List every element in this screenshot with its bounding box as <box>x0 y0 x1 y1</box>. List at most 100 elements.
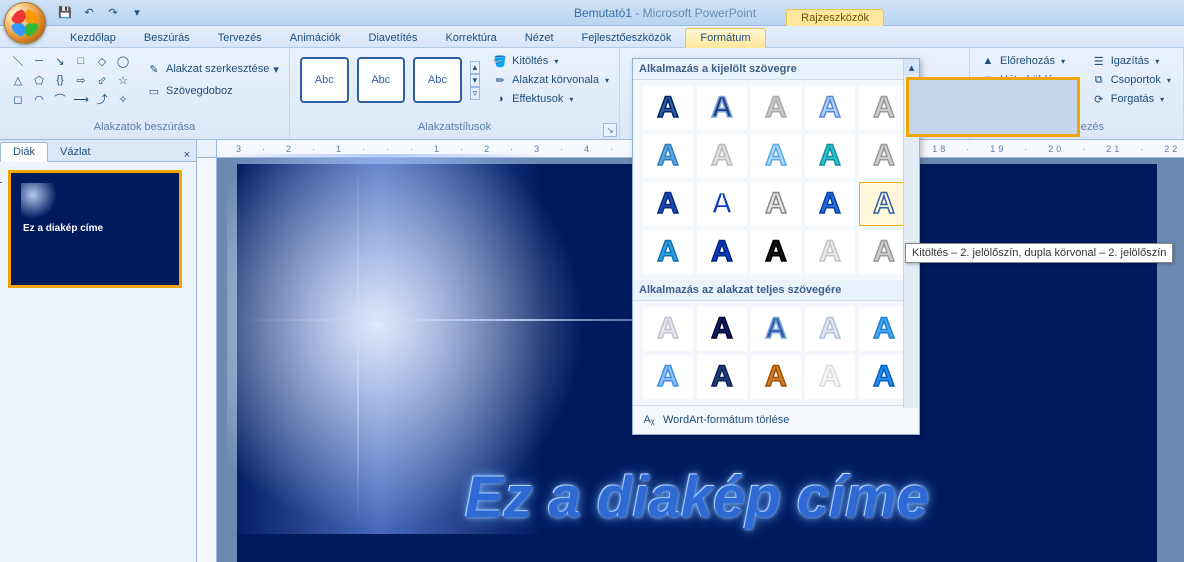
shape-outline-button[interactable]: ✏ Alakzat körvonala▾ <box>490 71 611 89</box>
shape-styles-dialog-launcher[interactable]: ↘ <box>603 123 617 137</box>
slide-title-text[interactable]: Ez a diakép címe <box>277 464 1117 531</box>
scroll-thumb[interactable] <box>906 77 1080 137</box>
qat-save[interactable]: 💾 <box>56 4 74 22</box>
wordart-style[interactable]: A <box>805 134 855 178</box>
panel-tab-outline[interactable]: Vázlat <box>48 143 103 161</box>
wordart-style[interactable]: A <box>697 230 747 274</box>
wordart-style[interactable]: A <box>805 355 855 399</box>
tab-slideshow[interactable]: Diavetítés <box>355 29 432 47</box>
wordart-header-selected-text: Alkalmazás a kijelölt szövegre <box>633 59 919 80</box>
shape-fill-label: Kitöltés <box>512 55 548 67</box>
contextual-tab-drawing-tools[interactable]: Rajzeszközök <box>786 9 884 26</box>
shape-style-1[interactable]: Abc <box>300 57 349 103</box>
wordart-style[interactable]: A <box>751 307 801 351</box>
wordart-header-all-text: Alkalmazás az alakzat teljes szövegére <box>633 280 919 301</box>
wordart-style[interactable]: A <box>859 355 909 399</box>
clear-wordart-icon: Aᵪ <box>641 412 657 428</box>
tab-view[interactable]: Nézet <box>511 29 568 47</box>
wordart-style[interactable]: A <box>643 86 693 130</box>
gallery-more[interactable]: ▿ <box>470 87 481 100</box>
wordart-style[interactable]: A <box>643 355 693 399</box>
wordart-style[interactable]: A <box>751 134 801 178</box>
scroll-up-arrow[interactable]: ▴ <box>904 59 919 75</box>
wordart-style[interactable]: A <box>751 86 801 130</box>
ruler-corner <box>197 140 217 158</box>
shape-effects-label: Effektusok <box>512 93 563 105</box>
wordart-style[interactable]: A <box>859 134 909 178</box>
paint-bucket-icon: 🪣 <box>492 53 508 69</box>
tab-developer[interactable]: Fejlesztőeszközök <box>568 29 686 47</box>
qat-customize[interactable]: ▾ <box>128 4 146 22</box>
text-box-icon: ▭ <box>146 83 162 99</box>
wordart-style[interactable]: A <box>643 182 693 226</box>
wordart-tooltip: Kitöltés – 2. jelölőszín, dupla körvonal… <box>905 243 1173 263</box>
rotate-label: Forgatás <box>1111 93 1154 105</box>
qat-redo[interactable]: ↷ <box>104 4 122 22</box>
slide-thumbnail-number: 1 <box>0 174 2 186</box>
shape-fill-button[interactable]: 🪣 Kitöltés▾ <box>490 52 611 70</box>
clear-wordart-label: WordArt-formátum törlése <box>663 414 789 426</box>
wordart-style[interactable]: A <box>859 307 909 351</box>
slide-thumbnail-1[interactable]: Ez a diakép címe <box>8 170 182 288</box>
pen-icon: ✏ <box>492 72 508 88</box>
group-title-shape-styles: Alakzatstílusok <box>298 121 611 137</box>
shape-outline-label: Alakzat körvonala <box>512 74 599 86</box>
wordart-style[interactable]: A <box>643 134 693 178</box>
tab-insert[interactable]: Beszúrás <box>130 29 204 47</box>
wordart-style[interactable]: A <box>697 307 747 351</box>
group-button[interactable]: ⧉ Csoportok▾ <box>1089 71 1173 89</box>
tab-format[interactable]: Formátum <box>685 28 765 48</box>
wordart-style[interactable]: A <box>859 230 909 274</box>
edit-shape-icon: ✎ <box>146 61 162 77</box>
wordart-style[interactable]: A <box>805 182 855 226</box>
align-button[interactable]: ☰ Igazítás▾ <box>1089 52 1173 70</box>
shape-style-2[interactable]: Abc <box>357 57 406 103</box>
wordart-style[interactable]: A <box>751 182 801 226</box>
align-label: Igazítás <box>1111 55 1150 67</box>
group-title-shapes: Alakzatok beszúrása <box>8 121 281 137</box>
ribbon-tabs: Kezdőlap Beszúrás Tervezés Animációk Dia… <box>0 26 1184 48</box>
wordart-style[interactable]: A <box>643 307 693 351</box>
align-icon: ☰ <box>1091 53 1107 69</box>
edit-shape-label: Alakzat szerkesztése <box>166 63 269 75</box>
wordart-style[interactable]: A <box>697 134 747 178</box>
wordart-style[interactable]: A <box>805 307 855 351</box>
bring-forward-button[interactable]: ▲ Előrehozás▾ <box>978 52 1071 70</box>
text-box-button[interactable]: ▭ Szövegdoboz <box>144 81 281 101</box>
wordart-gallery-popup: Alkalmazás a kijelölt szövegre AAAAAAAAA… <box>632 58 920 435</box>
wordart-style[interactable]: A <box>697 355 747 399</box>
rotate-icon: ⟳ <box>1091 91 1107 107</box>
wordart-style[interactable]: A <box>697 86 747 130</box>
effects-icon: ◑ <box>492 91 508 107</box>
tab-animations[interactable]: Animációk <box>276 29 355 47</box>
office-button[interactable] <box>4 2 46 44</box>
slide-thumbnail-title: Ez a diakép címe <box>23 223 103 234</box>
window-title: Bemutató1 - Microsoft PowerPoint <box>146 6 1184 20</box>
wordart-style[interactable]: A <box>697 182 747 226</box>
rotate-button[interactable]: ⟳ Forgatás▾ <box>1089 90 1173 108</box>
bring-forward-label: Előrehozás <box>1000 55 1055 67</box>
wordart-style[interactable]: A <box>805 230 855 274</box>
shape-effects-button[interactable]: ◑ Effektusok▾ <box>490 90 611 108</box>
insert-shapes-gallery[interactable]: ＼─↘□◇◯ △⬠{}⇨⬃☆ ◻◠⌒⟶⤴✧ <box>8 52 136 108</box>
gallery-scroll-up[interactable]: ▴ <box>470 61 481 74</box>
tab-design[interactable]: Tervezés <box>204 29 276 47</box>
wordart-style[interactable]: A <box>643 230 693 274</box>
wordart-style[interactable]: A <box>805 86 855 130</box>
wordart-scrollbar[interactable]: ▴ <box>903 59 919 408</box>
wordart-style[interactable]: A <box>751 355 801 399</box>
tab-home[interactable]: Kezdőlap <box>56 29 130 47</box>
edit-shape-button[interactable]: ✎ Alakzat szerkesztése ▾ <box>144 59 281 79</box>
wordart-style[interactable]: A <box>859 182 909 226</box>
group-label: Csoportok <box>1111 74 1161 86</box>
panel-tab-slides[interactable]: Diák <box>0 142 48 162</box>
wordart-style[interactable]: A <box>859 86 909 130</box>
tab-review[interactable]: Korrektúra <box>431 29 510 47</box>
gallery-scroll-down[interactable]: ▾ <box>470 74 481 87</box>
qat-undo[interactable]: ↶ <box>80 4 98 22</box>
vertical-ruler[interactable] <box>197 158 217 562</box>
panel-close-button[interactable]: × <box>178 149 196 161</box>
shape-style-3[interactable]: Abc <box>413 57 462 103</box>
wordart-style[interactable]: A <box>751 230 801 274</box>
clear-wordart-button[interactable]: Aᵪ WordArt-formátum törlése <box>633 405 919 434</box>
